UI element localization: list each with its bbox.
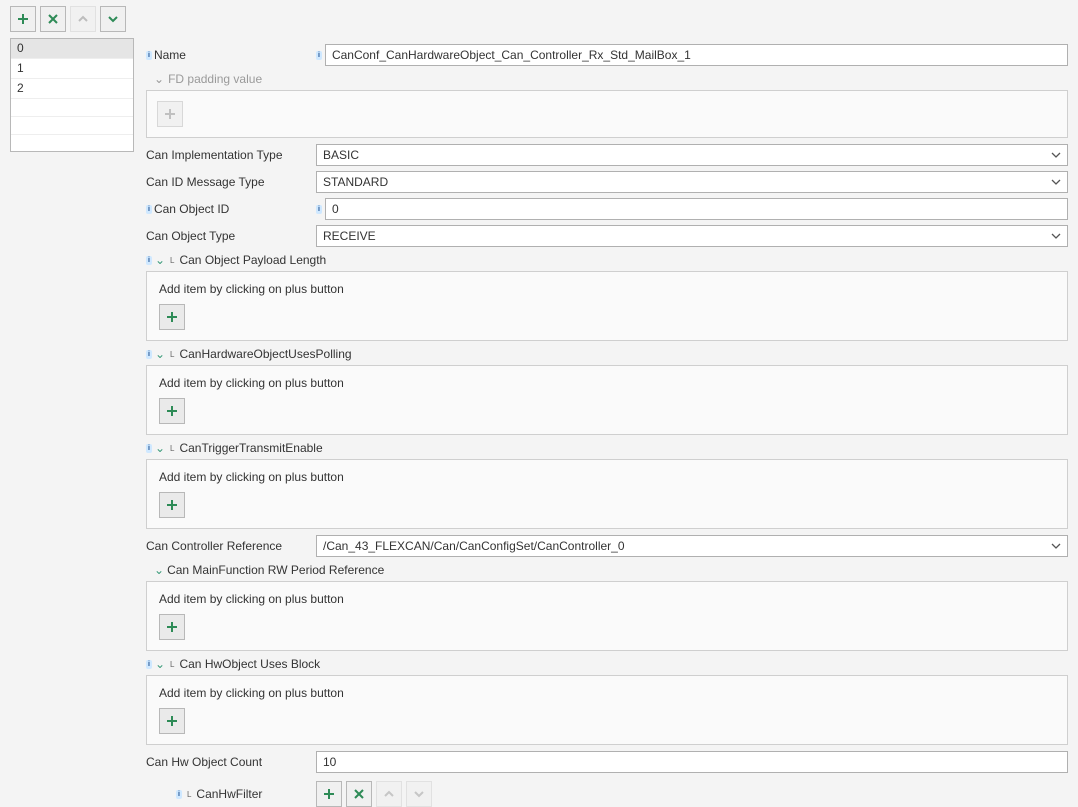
id-msg-type-label: Can ID Message Type bbox=[146, 175, 265, 189]
mainfunc-ref-box: Add item by clicking on plus button bbox=[146, 581, 1068, 651]
plus-icon bbox=[166, 499, 178, 511]
uses-block-box: Add item by clicking on plus button bbox=[146, 675, 1068, 745]
link-icon: L bbox=[168, 350, 176, 359]
add-hwfilter-button[interactable] bbox=[316, 781, 342, 807]
impl-type-label: Can Implementation Type bbox=[146, 148, 283, 162]
add-item-hint: Add item by clicking on plus button bbox=[159, 470, 1057, 484]
chevron-up-icon bbox=[76, 12, 90, 26]
add-uses-block-button[interactable] bbox=[159, 708, 185, 734]
info-icon: i bbox=[146, 444, 152, 453]
controller-ref-label: Can Controller Reference bbox=[146, 539, 282, 553]
hw-filter-label: CanHwFilter bbox=[196, 787, 262, 801]
index-list[interactable]: 0 1 2 bbox=[10, 38, 134, 152]
move-up-hwfilter-button bbox=[376, 781, 402, 807]
info-icon: i bbox=[316, 205, 322, 214]
move-down-hwfilter-button bbox=[406, 781, 432, 807]
name-label: Name bbox=[154, 48, 186, 62]
info-icon: i bbox=[316, 51, 322, 60]
list-item-empty bbox=[11, 117, 133, 135]
link-icon: L bbox=[185, 790, 193, 799]
mainfunc-ref-label: Can MainFunction RW Period Reference bbox=[167, 563, 384, 577]
uses-polling-label: CanHardwareObjectUsesPolling bbox=[179, 347, 351, 361]
move-up-button bbox=[70, 6, 96, 32]
add-item-hint: Add item by clicking on plus button bbox=[159, 376, 1057, 390]
chevron-down-icon bbox=[106, 12, 120, 26]
form-area: i Name i ⌄ FD padding value Can Implemen… bbox=[146, 38, 1068, 807]
plus-icon bbox=[166, 621, 178, 633]
add-item-hint: Add item by clicking on plus button bbox=[159, 592, 1057, 606]
trigger-tx-label: CanTriggerTransmitEnable bbox=[179, 441, 322, 455]
chevron-down-icon[interactable]: ⌄ bbox=[154, 72, 164, 86]
remove-button[interactable] bbox=[40, 6, 66, 32]
info-icon: i bbox=[146, 350, 152, 359]
controller-ref-select[interactable]: /Can_43_FLEXCAN/Can/CanConfigSet/CanCont… bbox=[316, 535, 1068, 557]
info-icon: i bbox=[176, 790, 182, 799]
link-icon: L bbox=[168, 256, 176, 265]
payload-len-label: Can Object Payload Length bbox=[179, 253, 326, 267]
object-id-input[interactable] bbox=[325, 198, 1068, 220]
list-item[interactable]: 2 bbox=[11, 79, 133, 99]
trigger-tx-box: Add item by clicking on plus button bbox=[146, 459, 1068, 529]
add-item-hint: Add item by clicking on plus button bbox=[159, 686, 1057, 700]
fd-padding-label: FD padding value bbox=[168, 72, 262, 86]
id-msg-type-select[interactable]: STANDARD bbox=[316, 171, 1068, 193]
plus-icon bbox=[166, 715, 178, 727]
uses-block-label: Can HwObject Uses Block bbox=[179, 657, 320, 671]
x-icon bbox=[353, 788, 365, 800]
info-icon: i bbox=[146, 256, 152, 265]
hw-count-label: Can Hw Object Count bbox=[146, 755, 262, 769]
add-button[interactable] bbox=[10, 6, 36, 32]
payload-len-box: Add item by clicking on plus button bbox=[146, 271, 1068, 341]
plus-icon bbox=[164, 108, 176, 120]
chevron-down-icon[interactable]: ⌄ bbox=[155, 347, 165, 361]
chevron-down-icon[interactable]: ⌄ bbox=[155, 253, 165, 267]
list-item[interactable]: 1 bbox=[11, 59, 133, 79]
chevron-down-icon[interactable]: ⌄ bbox=[155, 441, 165, 455]
object-type-select[interactable]: RECEIVE bbox=[316, 225, 1068, 247]
info-icon: i bbox=[146, 660, 152, 669]
remove-hwfilter-button[interactable] bbox=[346, 781, 372, 807]
add-item-hint: Add item by clicking on plus button bbox=[159, 282, 1057, 296]
plus-icon bbox=[166, 405, 178, 417]
chevron-down-icon[interactable]: ⌄ bbox=[154, 563, 164, 577]
add-uses-polling-button[interactable] bbox=[159, 398, 185, 424]
add-fd-padding-button bbox=[157, 101, 183, 127]
hw-count-input[interactable] bbox=[316, 751, 1068, 773]
list-item[interactable]: 0 bbox=[11, 39, 133, 59]
name-input[interactable] bbox=[325, 44, 1068, 66]
plus-icon bbox=[166, 311, 178, 323]
chevron-down-icon bbox=[413, 788, 425, 800]
uses-polling-box: Add item by clicking on plus button bbox=[146, 365, 1068, 435]
info-icon: i bbox=[146, 51, 152, 60]
move-down-button[interactable] bbox=[100, 6, 126, 32]
fd-padding-box bbox=[146, 90, 1068, 138]
link-icon: L bbox=[168, 660, 176, 669]
add-payload-len-button[interactable] bbox=[159, 304, 185, 330]
object-type-label: Can Object Type bbox=[146, 229, 235, 243]
info-icon: i bbox=[146, 205, 152, 214]
chevron-down-icon[interactable]: ⌄ bbox=[155, 657, 165, 671]
add-mainfunc-ref-button[interactable] bbox=[159, 614, 185, 640]
list-item-empty bbox=[11, 99, 133, 117]
list-item-empty bbox=[11, 135, 133, 152]
plus-icon bbox=[16, 12, 30, 26]
plus-icon bbox=[323, 788, 335, 800]
link-icon: L bbox=[168, 444, 176, 453]
impl-type-select[interactable]: BASIC bbox=[316, 144, 1068, 166]
chevron-up-icon bbox=[383, 788, 395, 800]
list-toolbar bbox=[10, 6, 1068, 32]
object-id-label: Can Object ID bbox=[154, 202, 229, 216]
add-trigger-tx-button[interactable] bbox=[159, 492, 185, 518]
x-icon bbox=[46, 12, 60, 26]
